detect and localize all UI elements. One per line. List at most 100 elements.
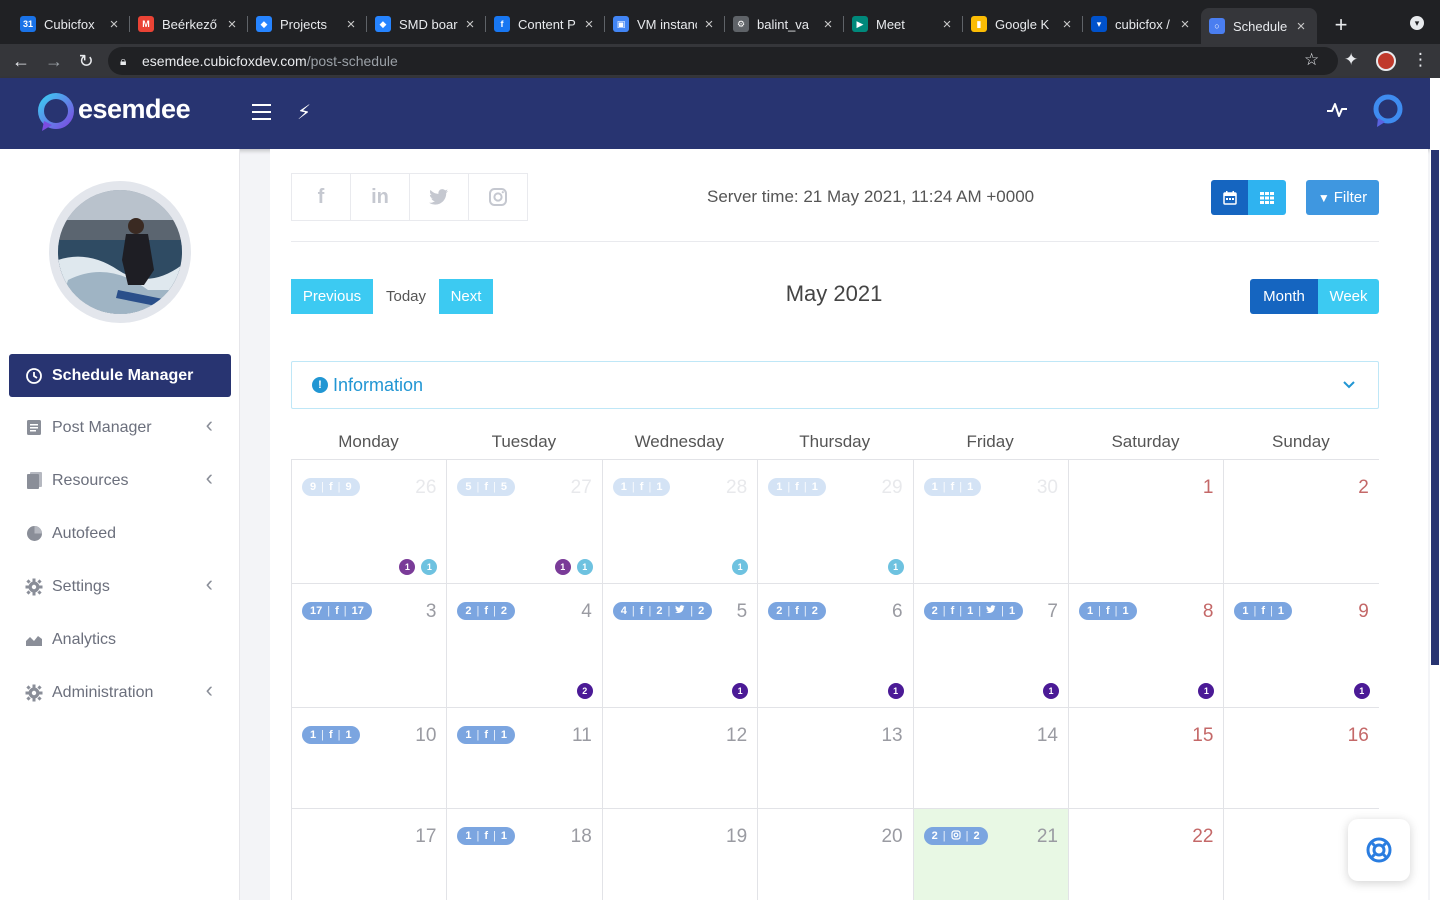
browser-tab[interactable]: ⚙ balint_va ×	[725, 8, 844, 40]
calendar-day[interactable]: 5 4 | f | 2 | | 2 1	[602, 584, 759, 708]
chevron-down-icon[interactable]	[1342, 377, 1356, 391]
close-tab-icon[interactable]: ×	[701, 16, 717, 33]
day-number[interactable]: 13	[881, 725, 902, 747]
activity-pulse-icon[interactable]	[1326, 100, 1348, 120]
post-count-badge[interactable]: 2 | f | 1 | | 1	[923, 602, 1024, 620]
post-count-badge[interactable]: 1 | f | 1	[768, 478, 826, 496]
close-tab-icon[interactable]: ×	[106, 16, 122, 33]
browser-tab[interactable]: ○ Schedule ×	[1201, 8, 1317, 44]
sidebar-item-administration[interactable]: Administration ‹	[9, 671, 231, 714]
day-number[interactable]: 28	[726, 477, 747, 499]
day-number[interactable]: 16	[1348, 725, 1369, 747]
day-number[interactable]: 5	[737, 601, 748, 623]
bookmark-star-icon[interactable]: ☆	[1304, 50, 1319, 70]
day-number[interactable]: 22	[1192, 826, 1213, 848]
event-count-dot[interactable]: 1	[421, 559, 438, 575]
calendar-day[interactable]: 3 17 | f | 17	[292, 584, 448, 708]
event-count-dot[interactable]: 1	[1042, 683, 1059, 699]
event-count-dot[interactable]: 2	[576, 683, 593, 699]
calendar-day[interactable]: 18 1 | f | 1	[447, 809, 603, 900]
calendar-day[interactable]: 14	[913, 708, 1069, 809]
day-number[interactable]: 20	[881, 826, 902, 848]
calendar-day[interactable]: 9 1 | f | 1 1	[1224, 584, 1379, 708]
chevron-left-icon[interactable]: ‹	[206, 412, 213, 438]
event-count-dot[interactable]: 1	[887, 559, 904, 575]
calendar-day[interactable]: 15	[1069, 708, 1225, 809]
information-accordion[interactable]: ! Information	[291, 361, 1379, 409]
browser-tab[interactable]: ◆ Projects ×	[248, 8, 367, 40]
calendar-day[interactable]: 12	[602, 708, 759, 809]
chevron-left-icon[interactable]: ‹	[206, 677, 213, 703]
browser-tab[interactable]: ◆ SMD board×	[367, 8, 486, 40]
day-number[interactable]: 8	[1203, 601, 1214, 623]
event-count-dot[interactable]: 1	[576, 559, 593, 575]
close-tab-icon[interactable]: ×	[820, 16, 836, 33]
profile-avatar[interactable]	[1376, 51, 1396, 71]
day-number[interactable]: 7	[1047, 601, 1058, 623]
calendar-day[interactable]: 8 1 | f | 1 1	[1069, 584, 1225, 708]
post-count-badge[interactable]: 1 | f | 1	[612, 478, 671, 496]
calendar-day[interactable]: 19	[603, 809, 759, 900]
calendar-day[interactable]: 4 2 | f | 2 2	[447, 584, 603, 708]
chevron-left-icon[interactable]: ‹	[206, 465, 213, 491]
day-number[interactable]: 11	[572, 725, 592, 747]
day-number[interactable]: 27	[571, 477, 592, 499]
day-number[interactable]: 14	[1037, 725, 1058, 747]
hamburger-menu-icon[interactable]	[252, 104, 271, 120]
close-tab-icon[interactable]: ×	[1177, 16, 1193, 33]
sidebar-item-post-manager[interactable]: Post Manager ‹	[9, 406, 231, 449]
user-avatar-icon[interactable]	[1372, 94, 1404, 130]
facebook-icon[interactable]: f	[291, 173, 351, 221]
post-count-badge[interactable]: 2 | f | 2	[457, 602, 516, 620]
calendar-day[interactable]: 10 1 | f | 1	[292, 708, 448, 809]
calendar-day[interactable]: 27 5 | f | 5 1 1	[447, 460, 603, 584]
profile-photo[interactable]	[58, 190, 182, 314]
calendar-day[interactable]: 2	[1224, 460, 1379, 584]
calendar-day[interactable]: 11 1 | f | 1	[447, 708, 603, 809]
filter-button[interactable]: ▼ Filter	[1306, 180, 1379, 215]
browser-tab[interactable]: ▣ VM instance×	[605, 8, 725, 40]
sidebar-item-schedule-manager[interactable]: Schedule Manager	[9, 354, 231, 397]
day-number[interactable]: 26	[415, 477, 436, 499]
week-view-button[interactable]: Week	[1318, 279, 1379, 314]
close-tab-icon[interactable]: ×	[224, 16, 240, 33]
calendar-day[interactable]: 16	[1224, 708, 1379, 809]
browser-tab[interactable]: ▶ Meet ×	[844, 8, 963, 40]
post-count-badge[interactable]: 1 | f | 1	[923, 478, 982, 496]
calendar-day[interactable]: 17	[292, 809, 448, 900]
close-tab-icon[interactable]: ×	[939, 16, 955, 33]
calendar-day[interactable]: 22	[1069, 809, 1225, 900]
address-bar[interactable]: 🔒︎ esemdee.cubicfoxdev.com/post-schedule	[108, 47, 1338, 75]
event-count-dot[interactable]: 1	[732, 559, 749, 575]
month-view-button[interactable]: Month	[1250, 279, 1318, 314]
calendar-day[interactable]: 7 2 | f | 1 | | 1 1	[913, 584, 1069, 708]
grid-view-button[interactable]	[1248, 180, 1286, 215]
post-count-badge[interactable]: 1 | f | 1	[1234, 602, 1293, 620]
event-count-dot[interactable]: 1	[887, 683, 904, 699]
browser-tab[interactable]: 31 Cubicfox ×	[12, 8, 130, 40]
close-tab-icon[interactable]: ×	[1059, 16, 1075, 33]
post-count-badge[interactable]: 1 | f | 1	[1079, 602, 1137, 620]
calendar-day[interactable]: 28 1 | f | 1 1	[602, 460, 759, 584]
browser-menu-icon[interactable]: ⋮	[1412, 50, 1429, 70]
event-count-dot[interactable]: 1	[1198, 683, 1215, 699]
twitter-icon[interactable]	[409, 173, 469, 221]
esemdee-logo-icon[interactable]	[38, 93, 74, 133]
calendar-day[interactable]: 13	[758, 708, 914, 809]
previous-button[interactable]: Previous	[291, 279, 373, 314]
scrollbar-thumb[interactable]	[1431, 150, 1439, 665]
calendar-day[interactable]: 20	[758, 809, 914, 900]
sidebar-item-settings[interactable]: Settings ‹	[9, 565, 231, 608]
day-number[interactable]: 19	[726, 826, 747, 848]
sidebar-item-analytics[interactable]: Analytics	[9, 618, 231, 661]
day-number[interactable]: 12	[726, 725, 747, 747]
browser-tab[interactable]: f Content P ×	[486, 8, 605, 40]
browser-tab[interactable]: ▮ Google K ×	[963, 8, 1083, 40]
close-tab-icon[interactable]: ×	[462, 16, 478, 33]
calendar-day[interactable]: 6 2 | f | 2 1	[758, 584, 914, 708]
day-number[interactable]: 18	[571, 826, 592, 848]
event-count-dot[interactable]: 1	[1353, 683, 1370, 699]
close-tab-icon[interactable]: ×	[343, 16, 359, 33]
day-number[interactable]: 4	[581, 601, 592, 623]
close-tab-icon[interactable]: ×	[1293, 18, 1309, 35]
